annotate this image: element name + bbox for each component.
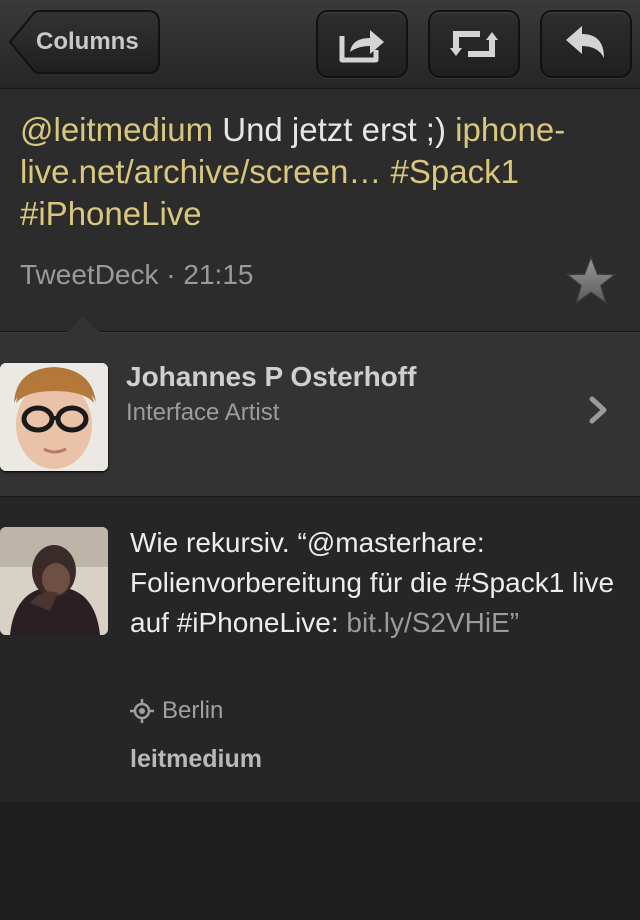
- author-avatar[interactable]: [0, 363, 108, 471]
- author-row[interactable]: Johannes P Osterhoff Interface Artist: [0, 332, 640, 497]
- reply-url-link[interactable]: bit.ly/S2VHiE: [346, 607, 509, 638]
- location-label: Berlin: [162, 697, 224, 724]
- reply-avatar[interactable]: [0, 527, 108, 635]
- chevron-right-icon: [589, 396, 607, 424]
- author-name: Johannes P Osterhoff: [126, 361, 417, 392]
- author-avatar-image: [0, 363, 108, 471]
- tweet-pointer: [66, 316, 100, 333]
- retweet-button[interactable]: [428, 10, 520, 78]
- reply-avatar-image: [0, 527, 108, 635]
- share-button[interactable]: [316, 10, 408, 78]
- meta-separator: ·: [158, 259, 184, 290]
- hashtag-link[interactable]: #iPhoneLive: [20, 195, 202, 232]
- share-icon: [339, 30, 384, 63]
- tweet-time: 21:15: [183, 259, 254, 290]
- reply-location: Berlin: [130, 697, 223, 725]
- empty-area: [0, 802, 640, 920]
- author-bio: Interface Artist: [126, 399, 280, 426]
- reply-tweet-text: Wie rekursiv. “@masterhare: Folienvorber…: [130, 523, 620, 643]
- retweet-icon: [450, 31, 498, 57]
- tweet-body: Und jetzt erst ;): [213, 111, 456, 148]
- reply-username[interactable]: leitmedium: [130, 745, 262, 774]
- back-button-label: Columns: [36, 28, 139, 55]
- mention-link[interactable]: @leitmedium: [20, 111, 213, 148]
- tweet-source: TweetDeck: [20, 259, 159, 290]
- location-icon: [130, 699, 154, 723]
- navigation-bar: Columns: [0, 0, 640, 89]
- related-tweet[interactable]: Wie rekursiv. “@masterhare: Folienvorber…: [0, 496, 640, 803]
- hashtag-link[interactable]: #Spack1: [381, 153, 518, 190]
- tweet-text: @leitmedium Und jetzt erst ;) iphone-liv…: [20, 109, 625, 235]
- reply-button[interactable]: [540, 10, 632, 78]
- back-button[interactable]: Columns: [8, 10, 160, 74]
- star-icon[interactable]: [565, 255, 617, 307]
- tweet-meta: TweetDeck · 21:15: [20, 259, 253, 291]
- reply-icon: [566, 26, 604, 58]
- tweet-detail: @leitmedium Und jetzt erst ;) iphone-liv…: [0, 89, 640, 333]
- reply-close-quote: ”: [509, 607, 520, 638]
